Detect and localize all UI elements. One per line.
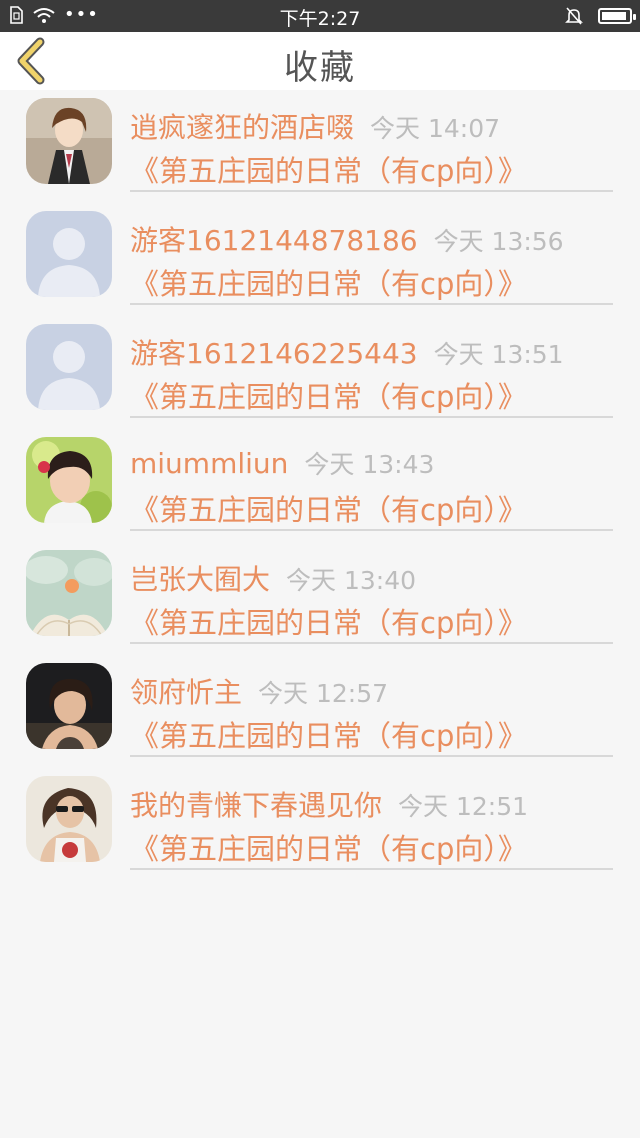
favorite-item[interactable]: 逍疯邃狂的酒店啜 今天 14:07 《第五庄园的日常（有cp向）》 <box>0 90 640 203</box>
favorite-item[interactable]: 游客1612146225443 今天 13:51 《第五庄园的日常（有cp向）》 <box>0 316 640 429</box>
username: 游客1612146225443 今天 13:51 <box>130 337 564 370</box>
story-title-link[interactable]: 《第五庄园的日常（有cp向）》 <box>130 600 527 642</box>
story-title-link[interactable]: 《第五庄园的日常（有cp向）》 <box>130 261 527 303</box>
story-title-link[interactable]: 《第五庄园的日常（有cp向）》 <box>130 826 527 868</box>
favorite-item[interactable]: 游客1612144878186 今天 13:56 《第五庄园的日常（有cp向）》 <box>0 203 640 316</box>
favorite-item[interactable]: miummliun 今天 13:43 《第五庄园的日常（有cp向）》 <box>0 429 640 542</box>
anime-boy-avatar <box>26 98 112 184</box>
story-title-link[interactable]: 《第五庄园的日常（有cp向）》 <box>130 487 527 529</box>
book-heart-avatar <box>26 550 112 636</box>
status-time: 下午2:27 <box>279 8 361 30</box>
timestamp: 今天 13:56 <box>433 227 564 256</box>
username: 领府忻主 今天 12:57 <box>130 676 389 709</box>
divider <box>130 303 613 305</box>
default-avatar-icon <box>26 211 112 297</box>
avatar[interactable] <box>26 663 112 749</box>
divider <box>130 416 613 418</box>
header-bar: 收藏 <box>0 32 640 90</box>
avatar[interactable] <box>26 98 112 184</box>
divider <box>130 190 613 192</box>
favorite-item[interactable]: 岂张大囿大 今天 13:40 《第五庄园的日常（有cp向）》 <box>0 542 640 655</box>
favorite-item[interactable]: 领府忻主 今天 12:57 《第五庄园的日常（有cp向）》 <box>0 655 640 768</box>
divider <box>130 642 613 644</box>
story-title-link[interactable]: 《第五庄园的日常（有cp向）》 <box>130 713 527 755</box>
story-title-link[interactable]: 《第五庄园的日常（有cp向）》 <box>130 374 527 416</box>
username: miummliun 今天 13:43 <box>130 447 435 480</box>
divider <box>130 755 613 757</box>
avatar[interactable] <box>26 550 112 636</box>
favorites-list: 逍疯邃狂的酒店啜 今天 14:07 《第五庄园的日常（有cp向）》 游客16121… <box>0 90 640 881</box>
username: 逍疯邃狂的酒店啜 今天 14:07 <box>130 111 501 144</box>
username: 岂张大囿大 今天 13:40 <box>130 563 417 596</box>
avatar[interactable] <box>26 437 112 523</box>
girl-avatar <box>26 437 112 523</box>
timestamp: 今天 14:07 <box>370 114 501 143</box>
default-avatar-icon <box>26 324 112 410</box>
mute-bell-icon <box>565 7 583 25</box>
avatar[interactable] <box>26 211 112 297</box>
username: 游客1612144878186 今天 13:56 <box>130 224 564 257</box>
page-title: 收藏 <box>284 48 356 88</box>
favorite-item[interactable]: 我的青慊下春遇见你 今天 12:51 《第五庄园的日常（有cp向）》 <box>0 768 640 881</box>
timestamp: 今天 13:43 <box>304 450 435 479</box>
status-right-icons <box>564 6 636 26</box>
sunglasses-girl-avatar <box>26 776 112 862</box>
story-title-link[interactable]: 《第五庄园的日常（有cp向）》 <box>130 148 527 190</box>
battery-icon <box>598 8 636 24</box>
timestamp: 今天 12:57 <box>258 679 389 708</box>
timestamp: 今天 13:40 <box>286 566 417 595</box>
woman-portrait-avatar <box>26 663 112 749</box>
status-bar: ••• 下午2:27 <box>0 0 640 32</box>
timestamp: 今天 12:51 <box>398 792 529 821</box>
username: 我的青慊下春遇见你 今天 12:51 <box>130 789 529 822</box>
divider <box>130 868 613 870</box>
divider <box>130 529 613 531</box>
timestamp: 今天 13:51 <box>433 340 564 369</box>
avatar[interactable] <box>26 324 112 410</box>
avatar[interactable] <box>26 776 112 862</box>
